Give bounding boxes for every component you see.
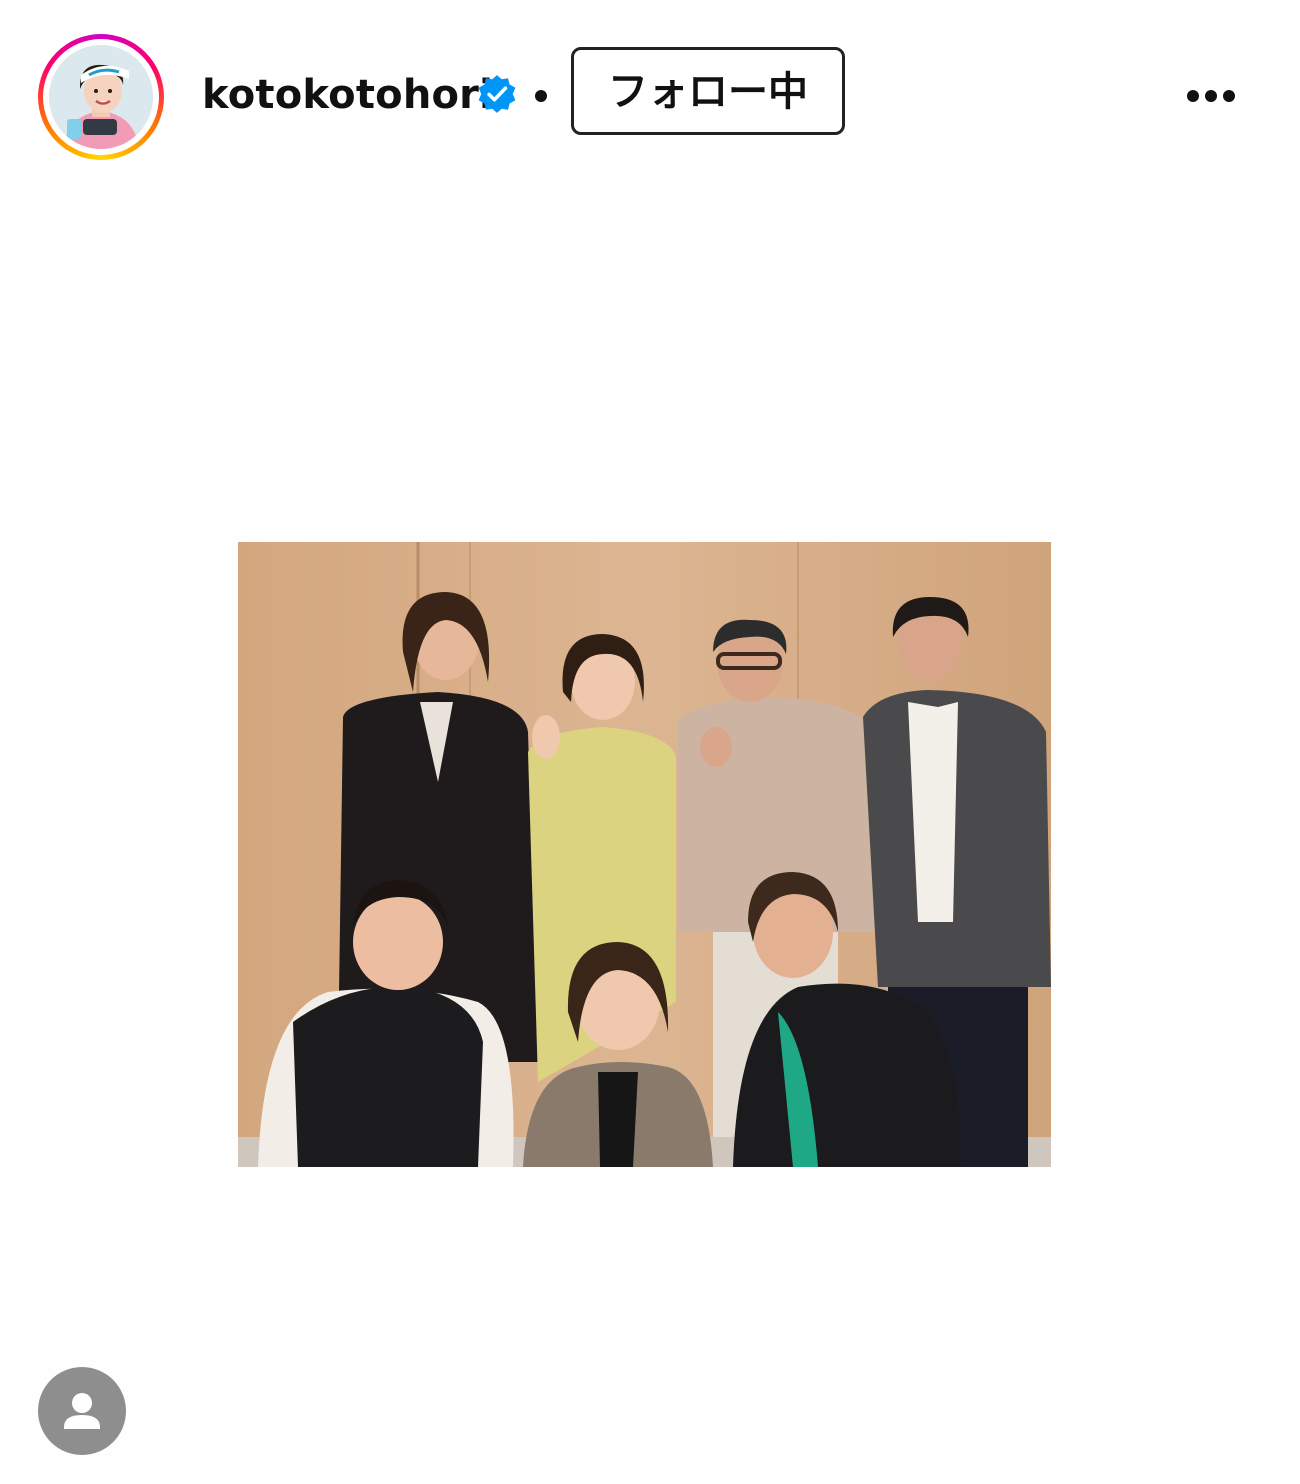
- separator-dot: [535, 90, 547, 102]
- story-ring[interactable]: [38, 34, 164, 160]
- avatar[interactable]: [49, 45, 153, 149]
- group-photo: [238, 542, 1051, 1167]
- post-header: kotokotohori フォロー中: [0, 0, 1300, 190]
- post-media[interactable]: [0, 190, 1300, 1484]
- username[interactable]: kotokotohori: [202, 66, 493, 124]
- following-button[interactable]: フォロー中: [571, 47, 845, 135]
- user-tag-icon[interactable]: [38, 1367, 126, 1455]
- more-options-icon[interactable]: [1183, 86, 1239, 108]
- verified-badge-icon: [478, 75, 516, 113]
